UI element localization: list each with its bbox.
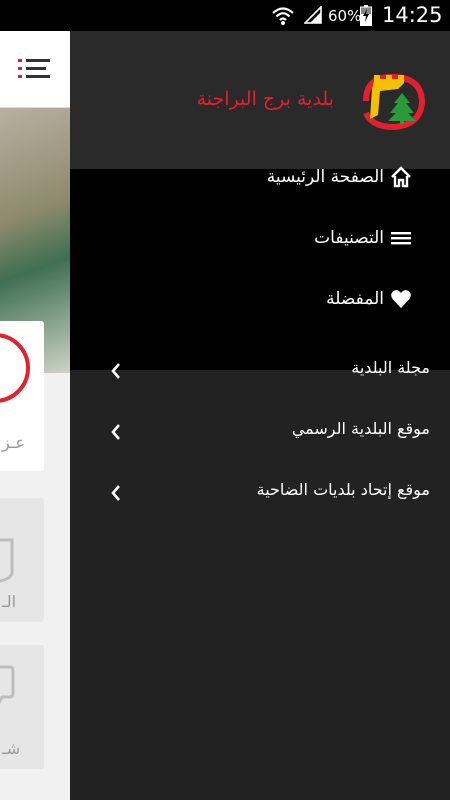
signal-icon [304,6,322,24]
chat-icon [0,665,15,705]
background-page: عـز الـ شـ [0,31,70,800]
menu-item-label: الصفحة الرئيسية [266,167,384,187]
link-item-union-site[interactable]: موقع إتحاد بلديات الضاحية [70,467,450,519]
circle-icon [0,333,30,403]
link-label: موقع البلدية الرسمي [291,419,430,438]
menu-item-label: التصنيفات [314,228,384,248]
menu-item-home[interactable]: الصفحة الرئيسية [267,157,412,197]
menu-item-label: المفضلة [326,289,384,309]
home-icon [391,166,411,188]
background-card[interactable]: الـ [0,498,44,622]
primary-menu [70,169,450,370]
link-label: موقع إتحاد بلديات الضاحية [256,480,430,499]
clock: 14:25 [382,3,443,27]
battery-percent: 60% [328,7,362,25]
link-item-magazine[interactable]: مجلة البلدية [70,345,450,397]
drawer-header: بلدية برج البراجنة [70,31,450,169]
battery-charging-icon [360,5,372,26]
shield-icon [0,538,14,583]
status-bar: 60% 14:25 [0,0,450,31]
background-top-bar [0,31,70,108]
menu-item-favorites[interactable]: المفضلة [326,279,412,319]
background-card-label: عـز [2,433,26,452]
background-card[interactable]: عـز [0,321,44,471]
chevron-left-icon [111,424,120,440]
link-item-official-site[interactable]: موقع البلدية الرسمي [70,406,450,458]
background-card-label: الـ [2,592,17,611]
chevron-left-icon [111,363,120,379]
chevron-left-icon [111,485,120,501]
menu-icon[interactable] [18,59,50,79]
background-card[interactable]: شـ [0,645,44,769]
brand-name: بلدية برج البراجنة [196,88,334,110]
background-card-label: شـ [2,739,21,758]
heart-icon [391,290,411,308]
menu-item-categories[interactable]: التصنيفات [314,218,412,258]
link-label: مجلة البلدية [351,358,430,377]
list-icon [391,232,411,245]
municipality-logo [363,73,426,131]
wifi-icon [272,7,294,25]
